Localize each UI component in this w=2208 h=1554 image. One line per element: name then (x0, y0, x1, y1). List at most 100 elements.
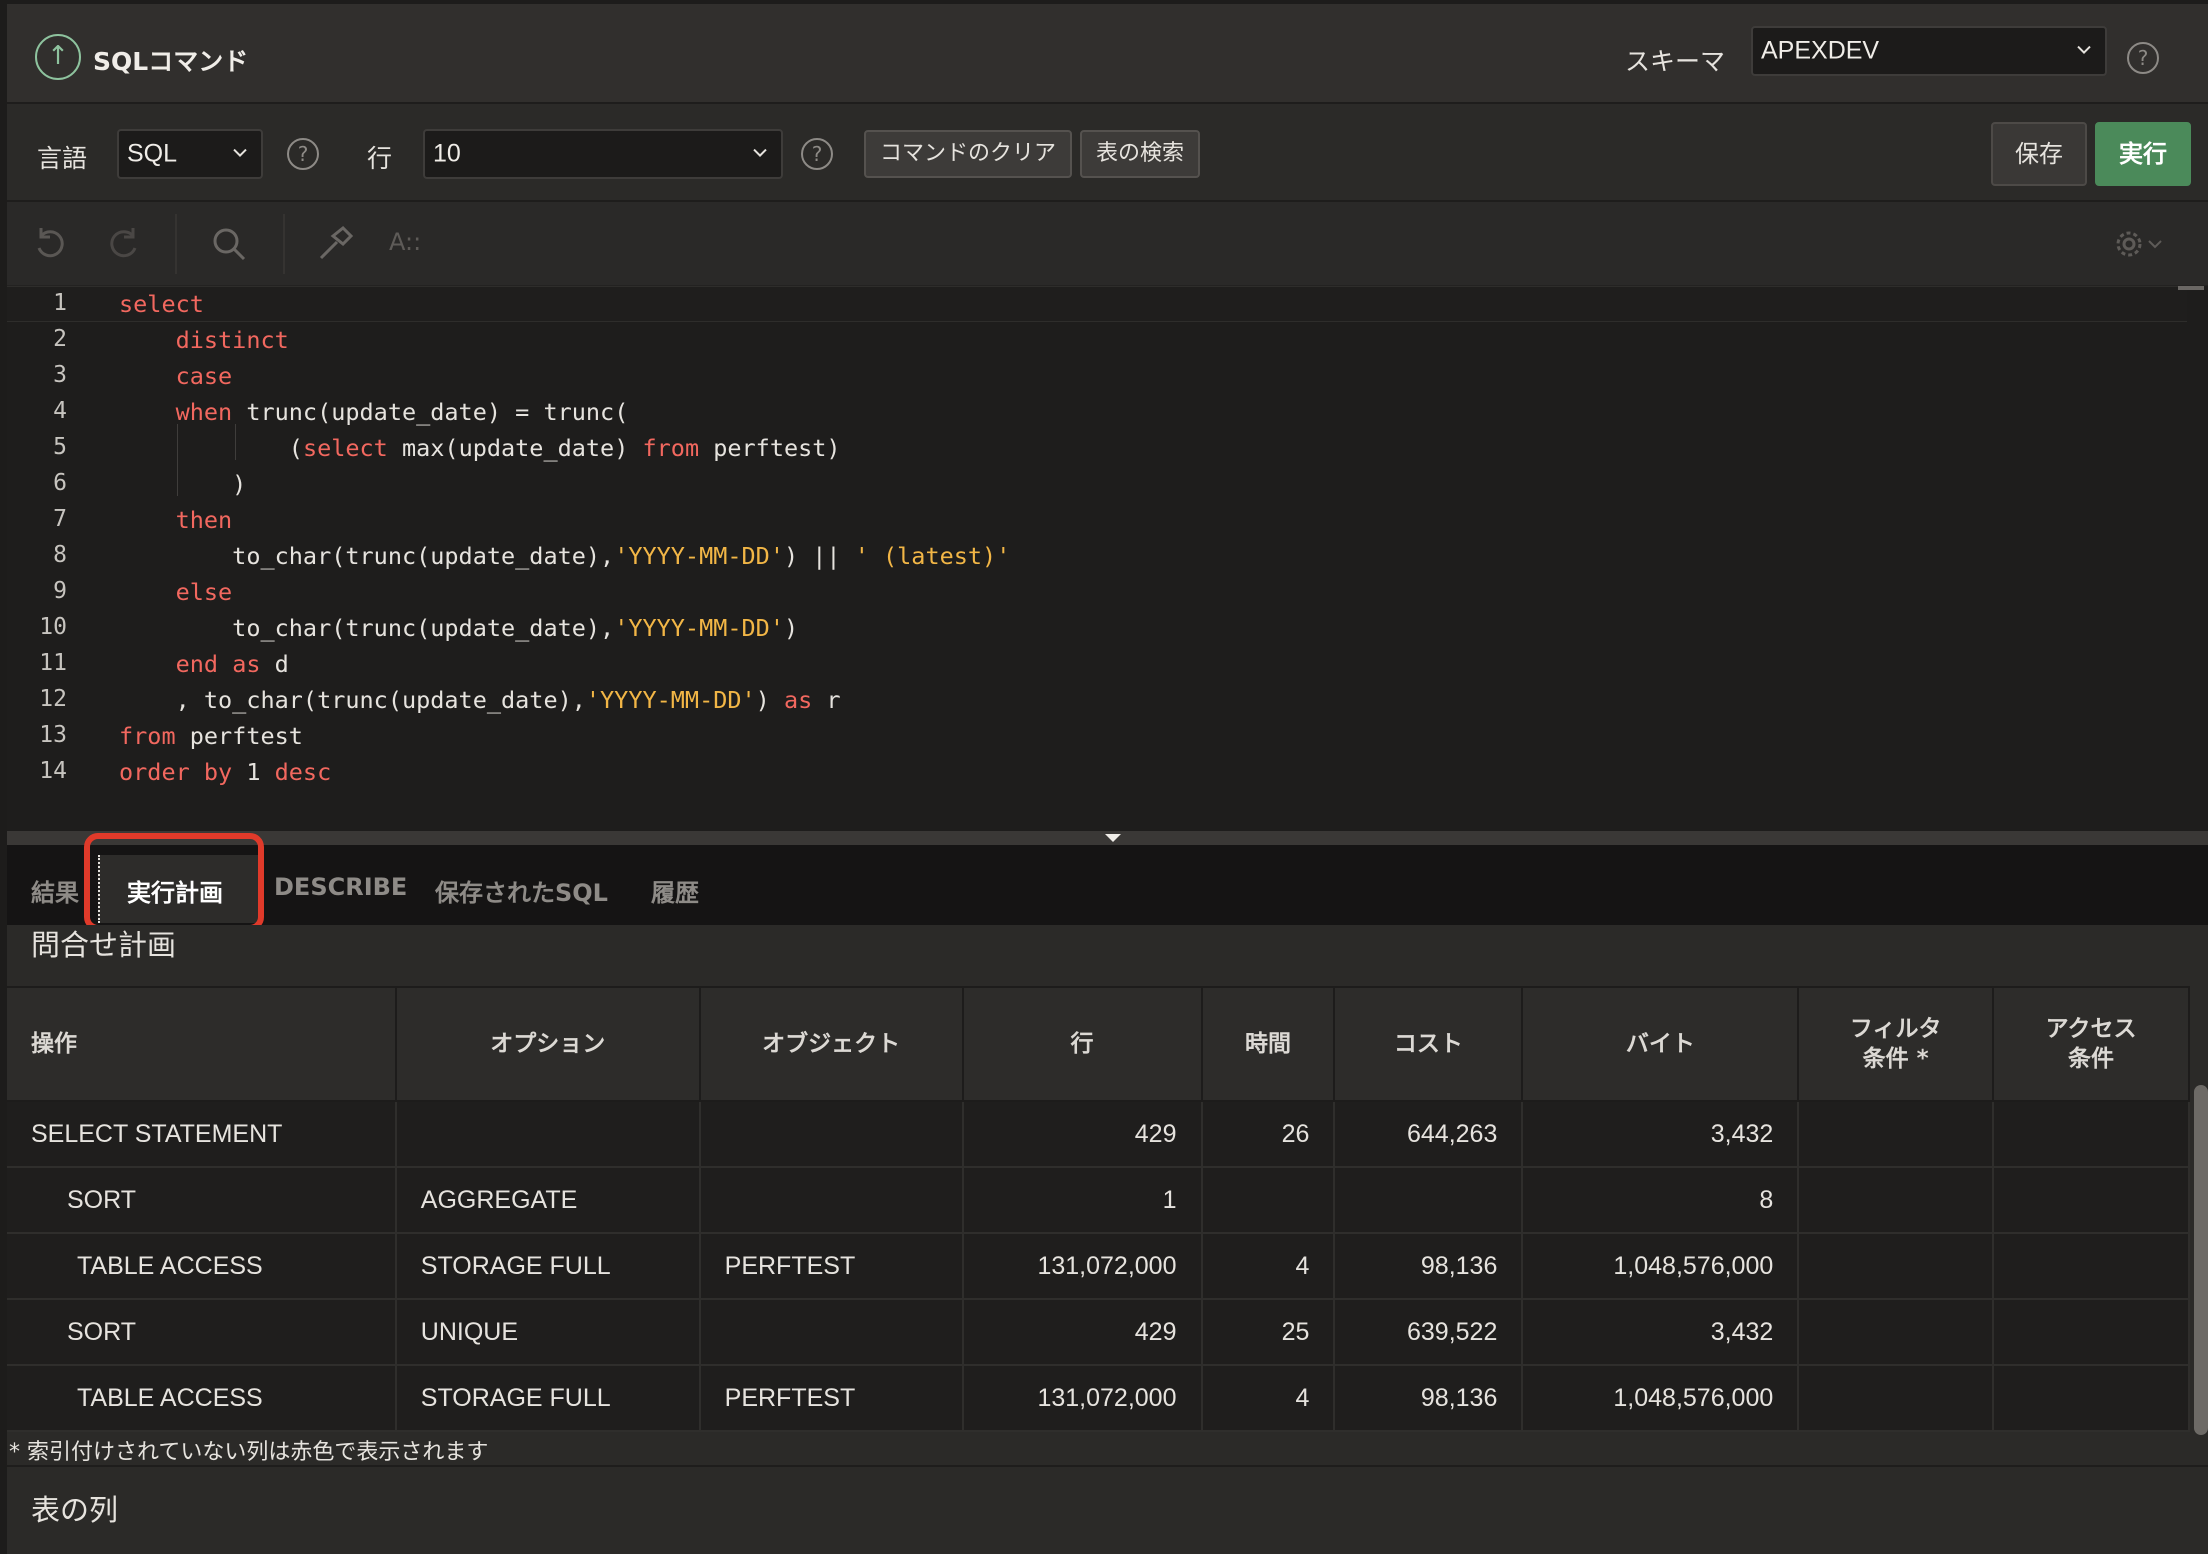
line-number: 3 (53, 362, 67, 388)
cell-object (699, 1167, 964, 1234)
cell-cost (1334, 1167, 1524, 1234)
column-header-cost[interactable]: コスト (1334, 986, 1524, 1102)
save-button[interactable]: 保存 (1991, 122, 2087, 186)
table-columns-title: 表の列 (31, 1493, 119, 1527)
cell-bytes: 3,432 (1522, 1101, 1800, 1168)
cell-object (699, 1101, 964, 1168)
column-header-operation[interactable]: 操作 (7, 986, 397, 1102)
cell-operation: SORT (7, 1167, 397, 1234)
text-size-label[interactable]: A:: (389, 228, 421, 256)
cell-time (1201, 1167, 1336, 1234)
tab-results[interactable]: 結果 (31, 873, 79, 908)
collapse-arrow-icon[interactable] (1105, 834, 1121, 842)
table-row: TABLE ACCESS STORAGE FULL PERFTEST 131,072,… (7, 1365, 2190, 1432)
query-plan-table: 操作 オプション オブジェクト 行 時間 コスト バイト フィルタ 条件 * ア… (7, 986, 2190, 1432)
page-title: SQLコマンド (93, 47, 249, 76)
cell-bytes: 1,048,576,000 (1522, 1365, 1800, 1432)
plan-footnote: * 索引付けされていない列は赤色で表示されます (9, 1440, 489, 1465)
query-plan-title: 問合せ計画 (31, 928, 177, 962)
cell-time: 4 (1201, 1365, 1336, 1432)
column-header-time[interactable]: 時間 (1201, 986, 1336, 1102)
cell-option: STORAGE FULL (395, 1233, 701, 1300)
line-number: 11 (39, 650, 67, 676)
line-number: 1 (53, 290, 67, 316)
column-header-object[interactable]: オブジェクト (699, 986, 964, 1102)
line-number: 2 (53, 326, 67, 352)
cell-operation: SORT (7, 1299, 397, 1366)
code-line: to_char(trunc(update_date),'YYYY-MM-DD') (119, 614, 799, 642)
cell-filter-predicates (1798, 1167, 1995, 1234)
language-select[interactable]: SQL (117, 129, 263, 179)
page-header: ↑ SQLコマンド スキーマ APEXDEV ? (7, 0, 2208, 104)
chevron-down-icon (233, 148, 247, 158)
window-left-edge (0, 0, 7, 1554)
upload-circle-icon[interactable]: ↑ (35, 34, 81, 80)
rows-help-icon[interactable]: ? (801, 138, 833, 170)
cell-filter-predicates (1798, 1233, 1995, 1300)
redo-icon[interactable] (101, 222, 145, 266)
tab-saved-sql[interactable]: 保存されたSQL (435, 873, 608, 908)
code-line: else (175, 578, 233, 606)
code-line: distinct (175, 326, 289, 354)
cell-bytes: 3,432 (1522, 1299, 1800, 1366)
column-header-filter-predicates[interactable]: フィルタ 条件 * (1798, 986, 1995, 1102)
rows-select[interactable]: 10 (423, 129, 783, 179)
code-editor[interactable]: 1 2 3 4 5 6 7 8 9 10 11 12 13 14 select … (7, 286, 2208, 831)
cell-access-predicates (1993, 1365, 2190, 1432)
run-button[interactable]: 実行 (2095, 122, 2191, 186)
editor-toolbar: A:: (7, 202, 2208, 286)
code-line: end as d (175, 650, 289, 678)
schema-select[interactable]: APEXDEV (1751, 26, 2107, 76)
cell-bytes: 1,048,576,000 (1522, 1233, 1800, 1300)
hammer-icon[interactable] (313, 222, 357, 266)
column-header-rows[interactable]: 行 (962, 986, 1203, 1102)
schema-help-icon[interactable]: ? (2127, 42, 2159, 74)
code-line: order by 1 desc (119, 758, 332, 786)
table-row: TABLE ACCESS STORAGE FULL PERFTEST 131,072,… (7, 1233, 2190, 1300)
table-row: SORT AGGREGATE 1 8 (7, 1167, 2190, 1234)
cell-filter-predicates (1798, 1101, 1995, 1168)
cell-option (395, 1101, 701, 1168)
cell-time: 4 (1201, 1233, 1336, 1300)
cell-bytes: 8 (1522, 1167, 1800, 1234)
cell-cost: 639,522 (1334, 1299, 1524, 1366)
clear-command-button[interactable]: コマンドのクリア (864, 130, 1072, 178)
line-number: 13 (39, 722, 67, 748)
line-number: 6 (53, 470, 67, 496)
code-line: , to_char(trunc(update_date),'YYYY-MM-DD… (119, 686, 841, 714)
toolbar-divider (175, 214, 177, 274)
code-line: case (175, 362, 233, 390)
code-line: to_char(trunc(update_date),'YYYY-MM-DD')… (119, 542, 1011, 570)
language-help-icon[interactable]: ? (287, 138, 319, 170)
rows-select-value: 10 (433, 139, 461, 168)
column-header-access-predicates[interactable]: アクセス 条件 (1993, 986, 2190, 1102)
table-scrollbar[interactable] (2194, 1085, 2208, 1435)
cell-cost: 98,136 (1334, 1233, 1524, 1300)
code-line: ) (119, 470, 247, 498)
column-header-bytes[interactable]: バイト (1522, 986, 1800, 1102)
gear-icon[interactable] (2111, 222, 2171, 266)
line-number: 14 (39, 758, 67, 784)
cell-object (699, 1299, 964, 1366)
cell-rows: 131,072,000 (962, 1233, 1203, 1300)
column-header-option[interactable]: オプション (395, 986, 701, 1102)
active-line-highlight (7, 286, 2187, 322)
code-line: (select max(update_date) from perftest) (119, 434, 841, 462)
tab-describe[interactable]: DESCRIBE (274, 873, 407, 901)
find-tables-button[interactable]: 表の検索 (1080, 130, 1200, 178)
editor-scrollbar[interactable] (2178, 286, 2204, 290)
cell-filter-predicates (1798, 1299, 1995, 1366)
code-line: when trunc(update_date) = trunc( (175, 398, 629, 426)
line-number: 8 (53, 542, 67, 568)
pane-splitter[interactable] (7, 831, 2208, 845)
chevron-down-icon (2077, 45, 2091, 55)
cell-cost: 644,263 (1334, 1101, 1524, 1168)
cell-rows: 131,072,000 (962, 1365, 1203, 1432)
tab-history[interactable]: 履歴 (651, 873, 699, 908)
search-icon[interactable] (207, 222, 251, 266)
cell-rows: 1 (962, 1167, 1203, 1234)
undo-icon[interactable] (29, 222, 73, 266)
cell-object: PERFTEST (699, 1365, 964, 1432)
line-number: 7 (53, 506, 67, 532)
language-label: 言語 (37, 144, 88, 173)
